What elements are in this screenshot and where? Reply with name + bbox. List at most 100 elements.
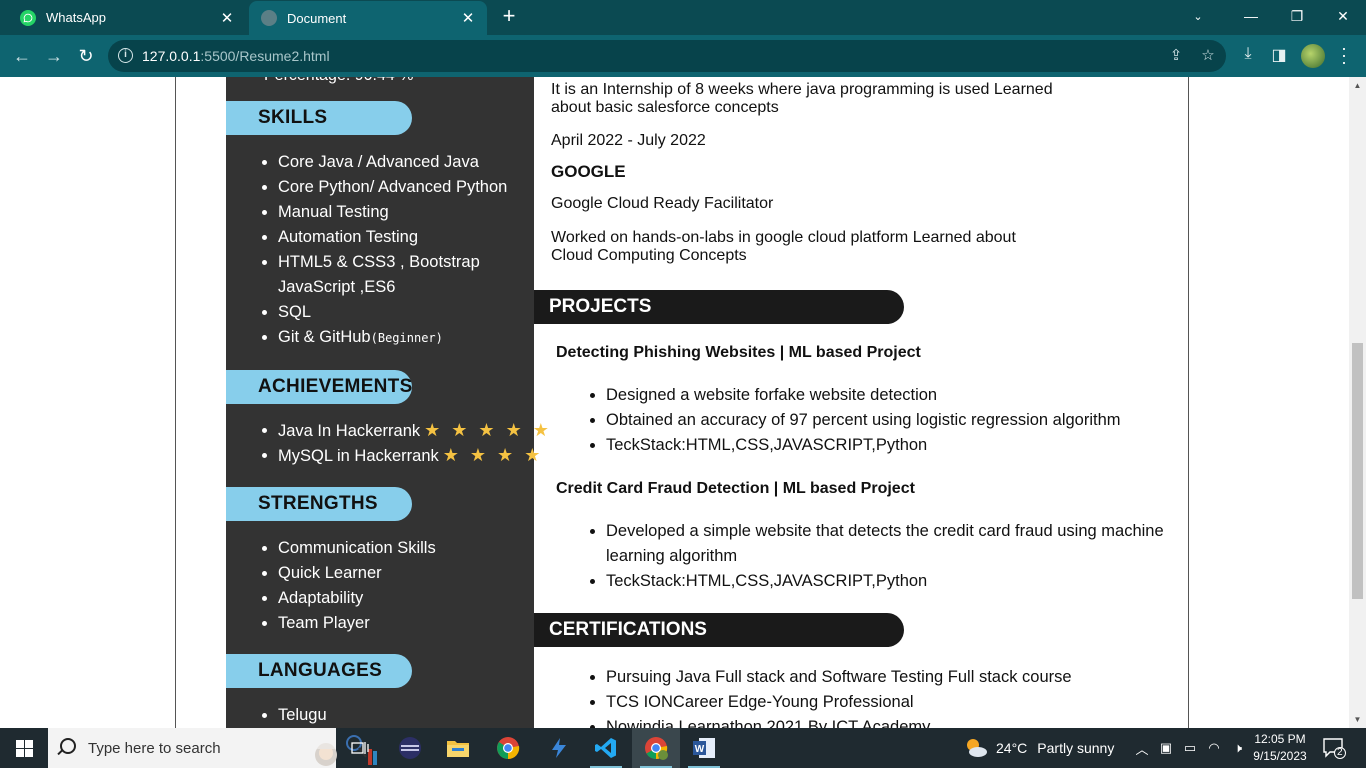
project-title: Credit Card Fraud Detection | ML based P… [556, 480, 915, 497]
list-item: SQL [261, 300, 507, 325]
file-explorer-icon[interactable] [434, 728, 482, 768]
menu-kebab-icon[interactable]: · · · [1336, 39, 1352, 71]
side-panel-icon[interactable]: ◨ [1268, 45, 1290, 67]
internship-dates: April 2022 - July 2022 [551, 132, 706, 149]
languages-heading: LANGUAGES [226, 654, 412, 688]
globe-icon [261, 10, 277, 26]
chevron-up-icon[interactable]: ︿ [1130, 739, 1154, 758]
search-placeholder: Type here to search [88, 740, 221, 757]
skills-heading: SKILLS [226, 101, 412, 135]
notification-icon[interactable]: 2 [1322, 737, 1346, 759]
word-icon[interactable]: W [680, 728, 728, 768]
skills-list: Core Java / Advanced Java Core Python/ A… [261, 150, 507, 350]
tab-document[interactable]: Document ✕ [249, 1, 487, 35]
list-item: Telugu [262, 703, 327, 728]
tab-whatsapp[interactable]: WhatsApp ✕ [8, 0, 246, 35]
list-item: Automation Testing [261, 225, 507, 250]
page-viewport: Percentage: 90.44 % SKILLS Core Java / A… [0, 77, 1366, 728]
strengths-heading: STRENGTHS [226, 487, 412, 521]
task-view-icon[interactable] [336, 728, 384, 768]
list-item: Manual Testing [261, 200, 507, 225]
scroll-up-icon[interactable]: ▲ [1349, 77, 1366, 94]
list-item-continuation: JavaScript ,ES6 [278, 278, 396, 296]
certifications-heading: CERTIFICATIONS [534, 613, 904, 647]
project-details-list: Developed a simple website that detects … [590, 519, 1164, 594]
profile-avatar[interactable] [1301, 44, 1325, 68]
meet-now-icon[interactable]: ▣ [1154, 740, 1178, 756]
download-icon[interactable]: ⤓ [1237, 45, 1259, 67]
languages-list: Telugu [262, 703, 327, 728]
list-item: Team Player [262, 611, 436, 636]
list-item: Adaptability [262, 586, 436, 611]
vscode-icon[interactable] [582, 728, 630, 768]
speaker-muted-icon[interactable]: 🕨 [1226, 740, 1250, 756]
taskbar-search[interactable]: Type here to search [48, 728, 377, 768]
list-item: Developed a simple website that detects … [590, 519, 1164, 544]
skill-level: (Beginner) [370, 331, 443, 345]
partly-sunny-icon [967, 739, 987, 757]
start-button[interactable] [0, 728, 48, 768]
list-item: Obtained an accuracy of 97 percent using… [590, 408, 1121, 433]
back-button[interactable]: ← [8, 42, 36, 70]
scroll-thumb[interactable] [1352, 343, 1363, 599]
site-info-icon[interactable]: i [118, 48, 133, 63]
search-icon [60, 738, 76, 754]
close-tab-icon[interactable]: ✕ [216, 7, 238, 29]
chrome-icon[interactable] [484, 728, 532, 768]
share-icon[interactable]: ⇪ [1166, 46, 1186, 66]
media-player-icon[interactable] [386, 728, 434, 768]
education-percentage: Percentage: 90.44 % [264, 77, 413, 85]
tab-title: Document [287, 10, 347, 26]
role-description: Worked on hands-on-labs in google cloud … [551, 229, 1016, 264]
list-item: TCS IONCareer Edge-Young Professional [590, 690, 1072, 715]
system-tray: ︿ ▣ ▭ ◠ 🕨 [1130, 728, 1250, 768]
windows-logo-icon [15, 739, 33, 757]
chrome-active-icon[interactable] [632, 728, 680, 768]
window-controls: ⌄ — ❐ ✕ [1168, 0, 1366, 32]
list-item: Nowindia Learnathon 2021 By ICT Academy [590, 715, 1072, 728]
address-bar[interactable]: i 127.0.0.1:5500/Resume2.html ⇪ ☆ [108, 40, 1226, 72]
list-item: MySQL in Hackerrank ★ ★ ★ ★ [262, 443, 552, 468]
clock[interactable]: 12:05 PM 9/15/2023 [1250, 731, 1310, 765]
rating-stars-icon: ★ ★ ★ ★ ★ [424, 420, 552, 440]
bookmark-star-icon[interactable]: ☆ [1198, 46, 1218, 66]
strengths-list: Communication Skills Quick Learner Adapt… [262, 536, 436, 636]
project-details-list: Designed a website forfake website detec… [590, 383, 1121, 458]
new-tab-button[interactable]: + [498, 5, 520, 28]
url-text[interactable]: 127.0.0.1:5500/Resume2.html [142, 48, 330, 64]
list-item: Designed a website forfake website detec… [590, 383, 1121, 408]
close-tab-icon[interactable]: ✕ [457, 7, 479, 29]
close-window-button[interactable]: ✕ [1320, 0, 1366, 32]
list-item: Core Java / Advanced Java [261, 150, 507, 175]
weather-widget[interactable]: 24°C Partly sunny [964, 728, 1114, 768]
temperature: 24°C [996, 740, 1028, 756]
notification-count: 2 [1337, 747, 1343, 758]
list-item: Quick Learner [262, 561, 436, 586]
project-title: Detecting Phishing Websites | ML based P… [556, 344, 921, 361]
browser-toolbar: ← → ↻ i 127.0.0.1:5500/Resume2.html ⇪ ☆ … [0, 35, 1366, 77]
projects-heading: PROJECTS [534, 290, 904, 324]
list-item: Core Python/ Advanced Python [261, 175, 507, 200]
reload-button[interactable]: ↻ [72, 42, 100, 70]
restore-button[interactable]: ❐ [1274, 0, 1320, 32]
achievements-list: Java In Hackerrank ★ ★ ★ ★ ★ MySQL in Hac… [262, 418, 552, 468]
azure-data-studio-icon[interactable] [534, 728, 582, 768]
minimize-button[interactable]: — [1228, 0, 1274, 32]
vertical-scrollbar[interactable]: ▲ ▼ [1349, 77, 1366, 728]
list-item-continuation: learning algorithm [606, 547, 738, 565]
scroll-down-icon[interactable]: ▼ [1349, 711, 1366, 728]
wifi-icon[interactable]: ◠ [1202, 740, 1226, 756]
battery-icon[interactable]: ▭ [1178, 740, 1202, 756]
list-item: TeckStack:HTML,CSS,JAVASCRIPT,Python [590, 433, 1121, 458]
internship-description: It is an Internship of 8 weeks where jav… [551, 81, 1053, 116]
weather-condition: Partly sunny [1037, 740, 1115, 756]
tab-strip: WhatsApp ✕ Document ✕ + ⌄ — ❐ ✕ [0, 0, 1366, 35]
list-item: TeckStack:HTML,CSS,JAVASCRIPT,Python [590, 569, 1164, 594]
certifications-list: Pursuing Java Full stack and Software Te… [590, 665, 1072, 728]
list-item: Git & GitHub(Beginner) [261, 325, 507, 350]
forward-button[interactable]: → [40, 42, 68, 70]
tab-search-chevron-icon[interactable]: ⌄ [1168, 0, 1228, 32]
company-name: GOOGLE [551, 162, 626, 181]
windows-taskbar: Type here to search W 24°C Partly sunny … [0, 728, 1366, 768]
whatsapp-icon [20, 9, 36, 26]
